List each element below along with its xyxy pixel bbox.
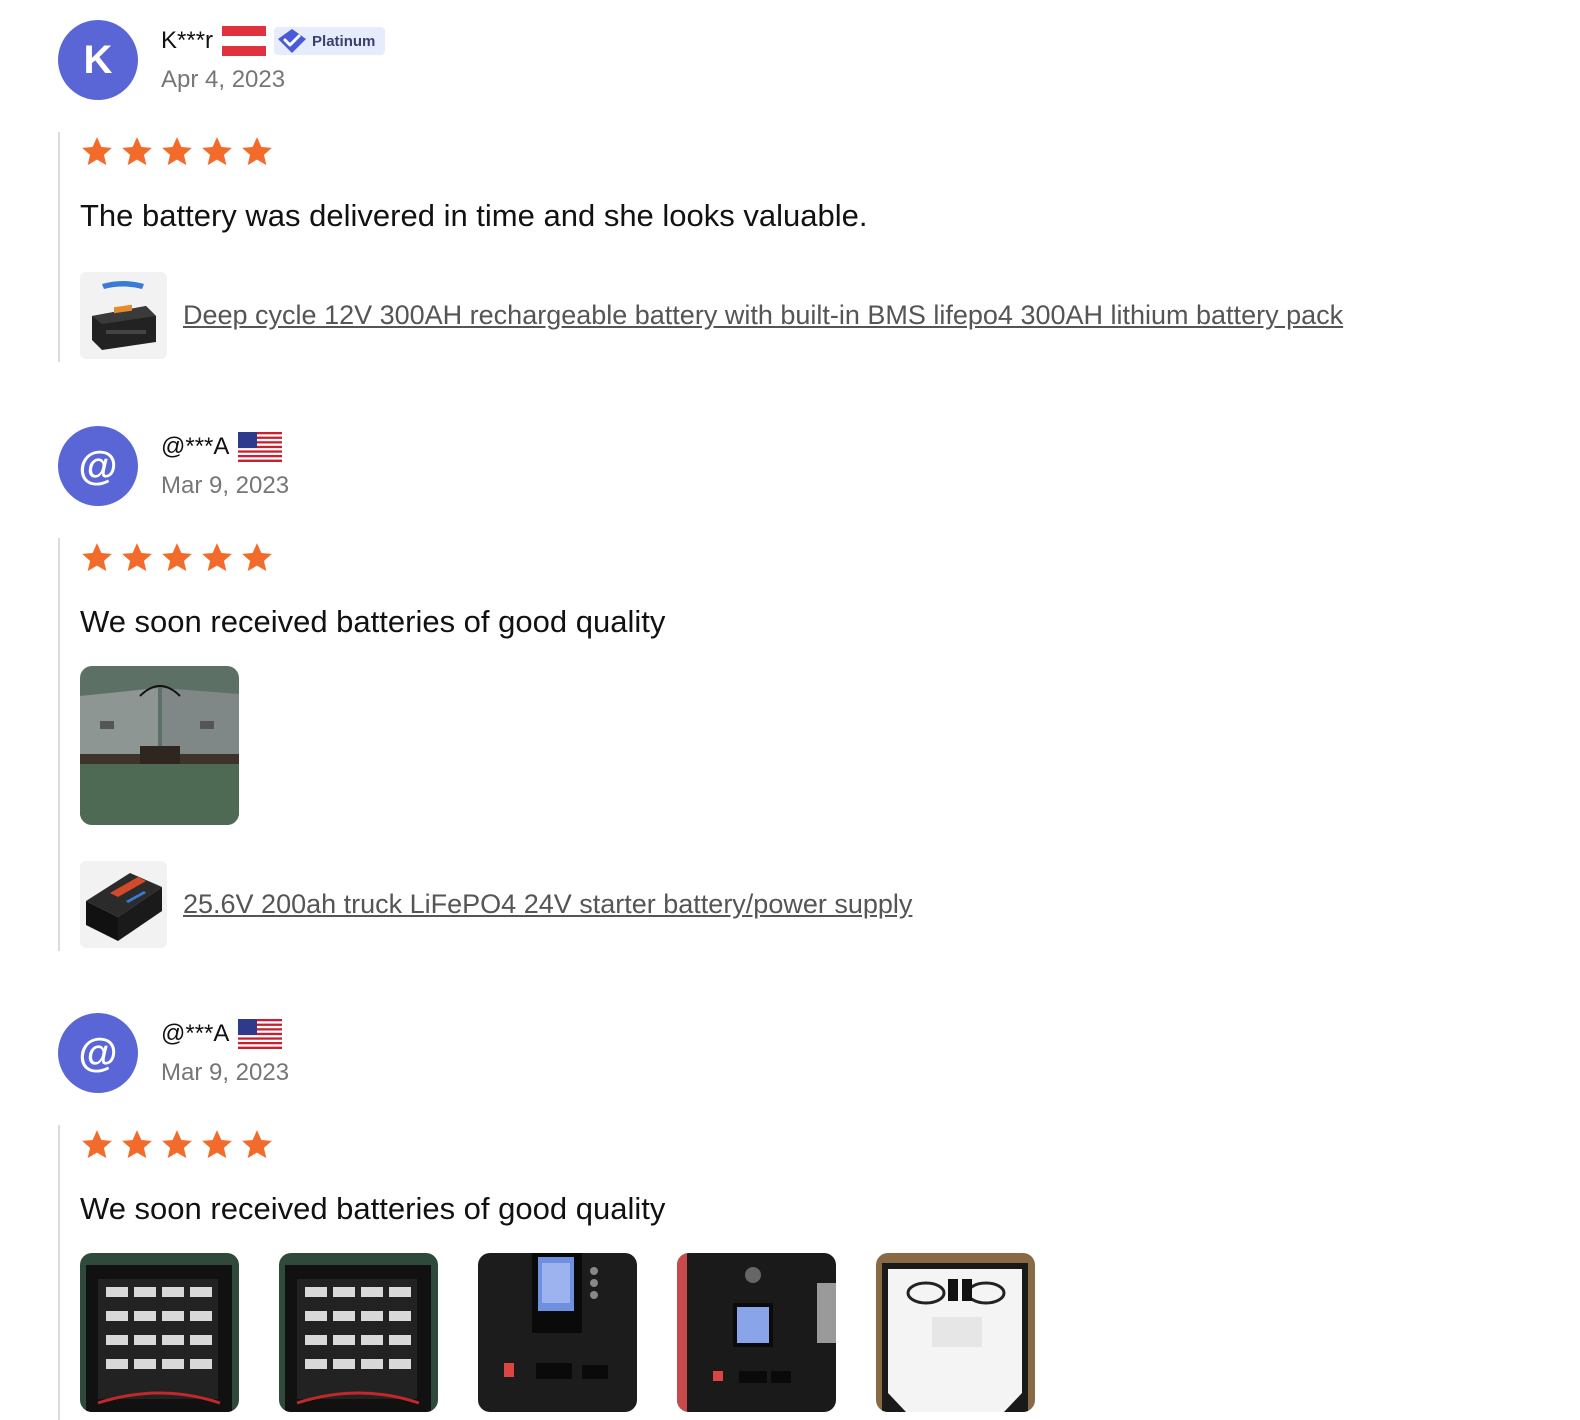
reviewer-header: @ @***A Mar 9, 2023 <box>58 426 1538 506</box>
star-icon <box>120 132 160 172</box>
star-rating <box>80 1125 1538 1165</box>
star-icon <box>120 1125 160 1165</box>
reviewer-name: @***A <box>161 433 230 460</box>
avatar: @ <box>58 426 138 506</box>
star-icon <box>80 132 120 172</box>
review-card: @ @***A Mar 9, 2023 We soon received bat… <box>58 1013 1538 1420</box>
review-text: We soon received batteries of good quali… <box>80 604 666 639</box>
verified-icon <box>278 29 307 53</box>
review-date: Mar 9, 2023 <box>161 1059 290 1086</box>
star-rating <box>80 132 1538 172</box>
reviewer-header: @ @***A Mar 9, 2023 <box>58 1013 1538 1093</box>
star-icon <box>240 132 280 172</box>
platinum-badge: Platinum <box>274 27 386 55</box>
reviewer-name: K***r <box>161 27 214 54</box>
avatar: K <box>58 20 138 100</box>
star-icon <box>240 538 280 578</box>
product-link[interactable]: Deep cycle 12V 300AH rechargeable batter… <box>183 300 1343 331</box>
star-icon <box>200 538 240 578</box>
star-icon <box>200 1125 240 1165</box>
review-photos <box>80 666 1538 825</box>
usa-flag-icon <box>238 432 283 462</box>
review-card: K K***r Platinum Apr 4, 2023 The battery… <box>58 20 1538 362</box>
star-icon <box>160 132 200 172</box>
reviewer-header: K K***r Platinum Apr 4, 2023 <box>58 20 1538 100</box>
star-icon <box>80 1125 120 1165</box>
review-card: @ @***A Mar 9, 2023 We soon received bat… <box>58 426 1538 951</box>
reviewer-name: @***A <box>161 1020 230 1047</box>
review-photo[interactable] <box>677 1253 836 1412</box>
austria-flag-icon <box>222 26 267 56</box>
product-link-row[interactable]: Deep cycle 12V 300AH rechargeable batter… <box>80 272 1538 359</box>
star-icon <box>120 538 160 578</box>
product-link-row[interactable]: 25.6V 200ah truck LiFePO4 24V starter ba… <box>80 861 1538 948</box>
review-text: The battery was delivered in time and sh… <box>80 198 868 233</box>
review-body: We soon received batteries of good quali… <box>58 1125 1538 1420</box>
review-date: Apr 4, 2023 <box>161 66 286 93</box>
star-icon <box>200 132 240 172</box>
review-photo[interactable] <box>279 1253 438 1412</box>
product-link[interactable]: 25.6V 200ah truck LiFePO4 24V starter ba… <box>183 889 912 920</box>
review-date: Mar 9, 2023 <box>161 472 290 499</box>
review-photos <box>80 1253 1538 1412</box>
review-body: We soon received batteries of good quali… <box>58 538 1538 951</box>
review-photo[interactable] <box>876 1253 1035 1412</box>
review-body: The battery was delivered in time and sh… <box>58 132 1538 362</box>
review-text: We soon received batteries of good quali… <box>80 1191 666 1226</box>
product-thumbnail[interactable] <box>80 272 167 359</box>
star-rating <box>80 538 1538 578</box>
usa-flag-icon <box>238 1019 283 1049</box>
badge-label: Platinum <box>312 32 376 50</box>
review-photo[interactable] <box>478 1253 637 1412</box>
product-thumbnail[interactable] <box>80 861 167 948</box>
star-icon <box>240 1125 280 1165</box>
avatar: @ <box>58 1013 138 1093</box>
review-photo[interactable] <box>80 666 239 825</box>
star-icon <box>80 538 120 578</box>
star-icon <box>160 538 200 578</box>
star-icon <box>160 1125 200 1165</box>
reviews-page: K K***r Platinum Apr 4, 2023 The battery… <box>0 0 1580 1420</box>
review-photo[interactable] <box>80 1253 239 1412</box>
